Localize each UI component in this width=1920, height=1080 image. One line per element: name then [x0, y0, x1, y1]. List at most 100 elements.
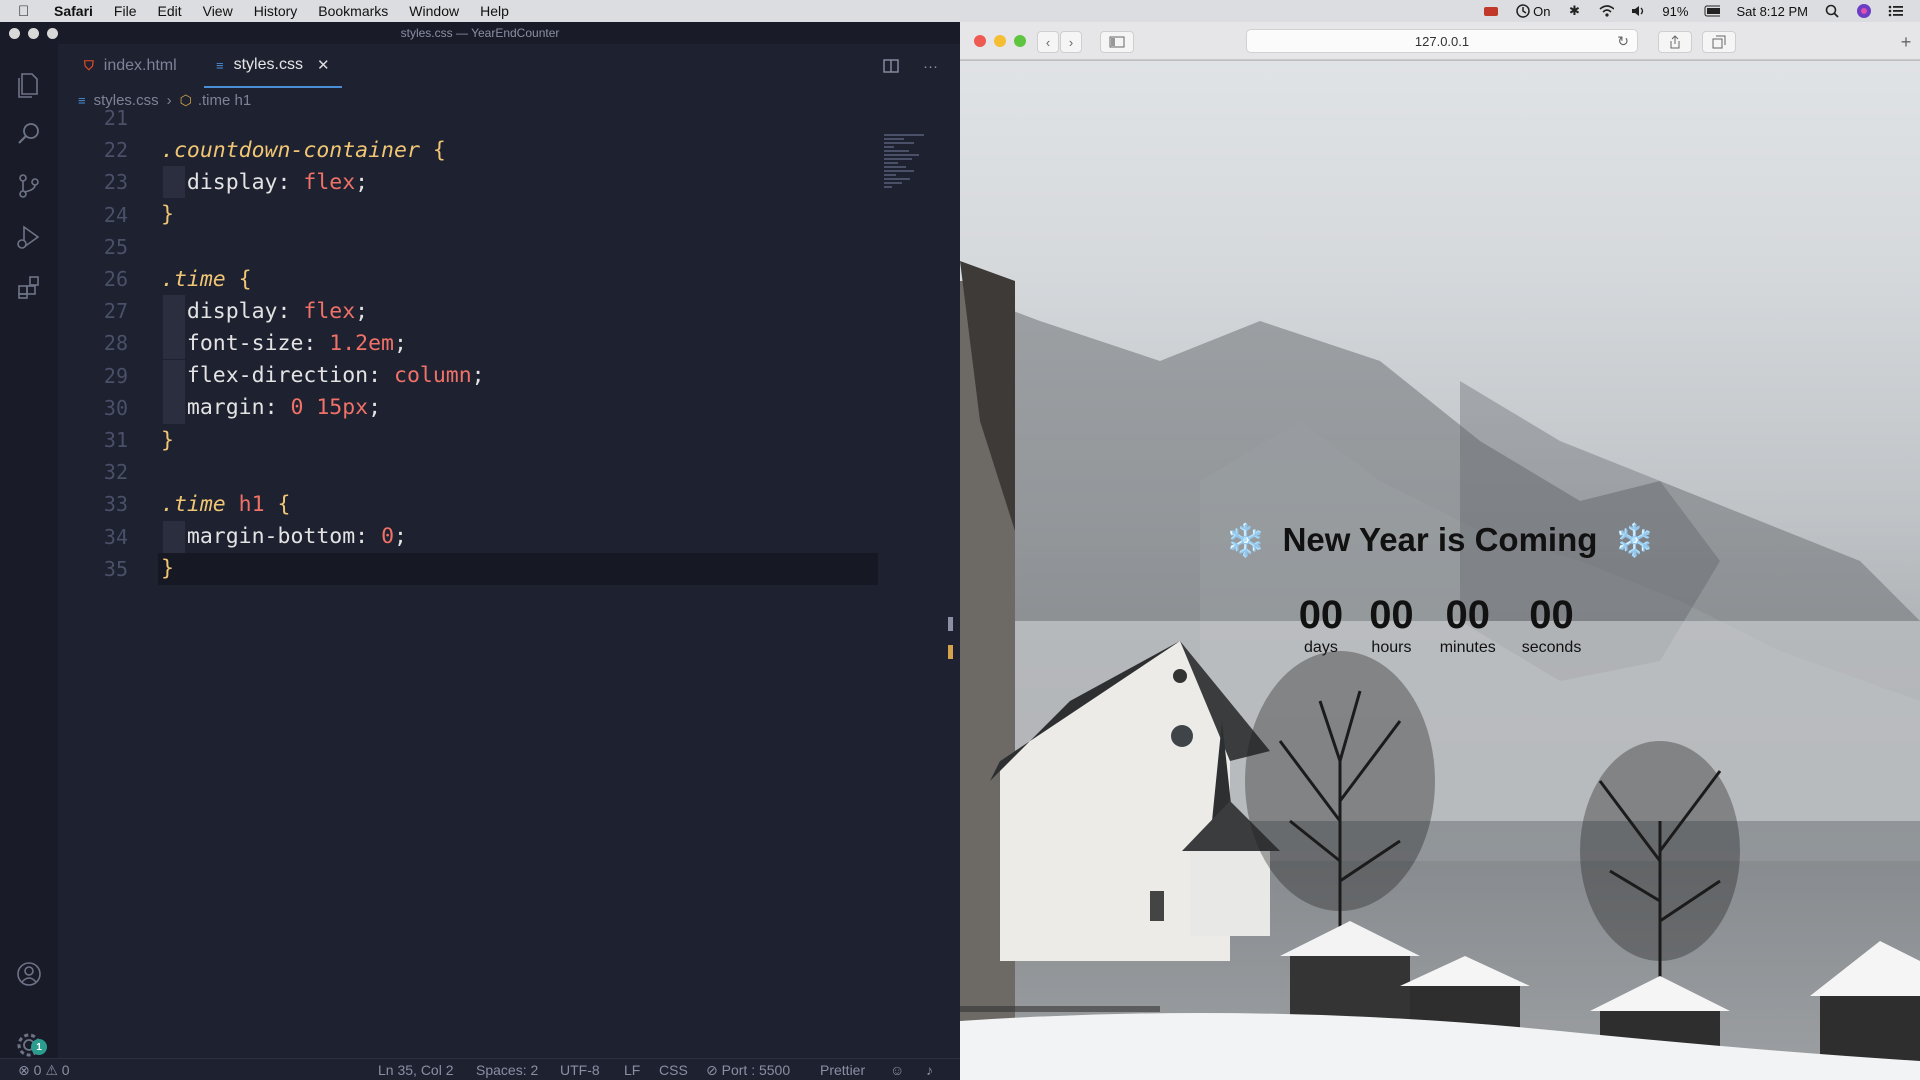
menu-window[interactable]: Window: [409, 3, 459, 19]
menu-app-name[interactable]: Safari: [54, 3, 93, 19]
time-machine-status[interactable]: On: [1515, 4, 1550, 19]
menu-file[interactable]: File: [114, 3, 137, 19]
code-line[interactable]: 22 .countdown-container {: [58, 134, 878, 166]
code-line[interactable]: 23 display: flex;: [58, 166, 878, 199]
line-number[interactable]: 24: [58, 203, 128, 227]
indentation[interactable]: Spaces: 2: [476, 1062, 538, 1078]
accounts-icon[interactable]: [13, 958, 45, 990]
screen-record-icon[interactable]: [1483, 4, 1499, 18]
line-number[interactable]: 26: [58, 267, 128, 291]
encoding[interactable]: UTF-8: [560, 1062, 600, 1078]
code-line[interactable]: 21: [58, 102, 878, 134]
menu-edit[interactable]: Edit: [157, 3, 181, 19]
minimize-window-button[interactable]: [994, 35, 1006, 47]
code-line[interactable]: 34 margin-bottom: 0;: [58, 520, 878, 553]
share-button[interactable]: [1658, 31, 1692, 53]
tabs-icon: [1712, 35, 1726, 49]
menu-history[interactable]: History: [254, 3, 298, 19]
bluetooth-icon[interactable]: ✱: [1566, 3, 1582, 18]
menu-bookmarks[interactable]: Bookmarks: [318, 3, 388, 19]
minimize-window-button[interactable]: [28, 28, 39, 39]
code-line[interactable]: 32: [58, 456, 878, 488]
code-line[interactable]: 29 flex-direction: column;: [58, 359, 878, 392]
explorer-icon[interactable]: [13, 68, 45, 100]
search-icon[interactable]: [13, 118, 45, 150]
line-number[interactable]: 32: [58, 460, 128, 484]
code-text: margin: 0 15px;: [161, 395, 381, 420]
notification-center-icon[interactable]: [1888, 4, 1904, 18]
line-number[interactable]: 25: [58, 235, 128, 259]
editor-scrollbar[interactable]: [948, 617, 953, 665]
time-days: 00 days: [1299, 591, 1344, 657]
menu-help[interactable]: Help: [480, 3, 509, 19]
cursor-position[interactable]: Ln 35, Col 2: [378, 1062, 454, 1078]
code-text: .time {: [161, 267, 252, 292]
line-number[interactable]: 21: [58, 106, 128, 130]
code-token: 0: [381, 524, 395, 550]
spotlight-search-icon[interactable]: [1824, 4, 1840, 18]
run-debug-icon[interactable]: [13, 221, 45, 253]
code-line[interactable]: 31}: [58, 424, 878, 456]
code-token: 1.2em: [329, 330, 395, 356]
tab-overview-button[interactable]: [1702, 31, 1736, 53]
battery-icon[interactable]: [1704, 4, 1721, 18]
extensions-icon[interactable]: [13, 272, 45, 304]
tab-index-html[interactable]: ⛉ index.html: [72, 44, 189, 88]
reload-icon[interactable]: ↻: [1617, 33, 1629, 50]
end-of-line[interactable]: LF: [624, 1062, 640, 1078]
line-number[interactable]: 27: [58, 299, 128, 323]
line-number[interactable]: 33: [58, 492, 128, 516]
line-number[interactable]: 28: [58, 331, 128, 355]
line-number[interactable]: 22: [58, 138, 128, 162]
feedback-icon[interactable]: ☺: [890, 1062, 904, 1078]
line-number[interactable]: 31: [58, 428, 128, 452]
back-button[interactable]: ‹: [1037, 31, 1059, 53]
line-number[interactable]: 34: [58, 525, 128, 549]
menu-view[interactable]: View: [203, 3, 233, 19]
code-editor[interactable]: 21 22 .countdown-container {23 display: fl…: [58, 106, 960, 1058]
wifi-icon[interactable]: [1598, 4, 1615, 18]
code-line[interactable]: 33 .time h1 {: [58, 488, 878, 520]
language-mode[interactable]: CSS: [659, 1062, 688, 1078]
clock[interactable]: Sat 8:12 PM: [1736, 4, 1808, 19]
zoom-window-button[interactable]: [47, 28, 58, 39]
forward-button[interactable]: ›: [1060, 31, 1082, 53]
tab-styles-css[interactable]: ≡ styles.css ✕: [204, 44, 342, 88]
line-number[interactable]: 30: [58, 396, 128, 420]
source-control-icon[interactable]: [13, 170, 45, 202]
close-tab-icon[interactable]: ✕: [317, 56, 330, 74]
volume-icon[interactable]: [1630, 4, 1646, 18]
code-token: flex: [303, 298, 356, 324]
live-server-status[interactable]: ⊘ Port : 5500: [706, 1062, 790, 1079]
apple-icon[interactable]: : [18, 3, 40, 20]
battery-percent[interactable]: 91%: [1662, 4, 1688, 19]
close-window-button[interactable]: [974, 35, 986, 47]
prettier-status[interactable]: Prettier: [820, 1062, 865, 1078]
code-line[interactable]: 27 display: flex;: [58, 295, 878, 328]
zoom-window-button[interactable]: [1014, 35, 1026, 47]
code-line[interactable]: 24}: [58, 199, 878, 231]
code-text: }: [161, 428, 174, 453]
split-editor-icon[interactable]: [883, 58, 899, 78]
snowflake-icon: ❄️: [1225, 522, 1266, 558]
notifications-bell-icon[interactable]: ♪: [926, 1062, 933, 1078]
line-number[interactable]: 23: [58, 170, 128, 194]
code-line[interactable]: 35}: [104, 552, 878, 585]
days-label: days: [1304, 639, 1338, 656]
code-line[interactable]: 28 font-size: 1.2em;: [58, 327, 878, 360]
code-text: .time h1 {: [161, 492, 290, 517]
code-line[interactable]: 30 margin: 0 15px;: [58, 391, 878, 424]
siri-icon[interactable]: [1856, 4, 1872, 18]
code-line[interactable]: 25: [58, 231, 878, 263]
line-number[interactable]: 29: [58, 364, 128, 388]
new-tab-button[interactable]: +: [1895, 31, 1917, 53]
code-line[interactable]: 26 .time {: [58, 263, 878, 295]
close-window-button[interactable]: [9, 28, 20, 39]
more-actions-icon[interactable]: ···: [923, 58, 938, 78]
line-number[interactable]: 35: [58, 557, 128, 581]
minimap[interactable]: [884, 134, 944, 206]
problems-indicator[interactable]: ⊗ 0 ⚠ 0: [18, 1062, 70, 1079]
address-bar[interactable]: 127.0.0.1 ↻: [1246, 29, 1638, 53]
sidebar-toggle-button[interactable]: [1100, 31, 1134, 53]
code-text: flex-direction: column;: [161, 363, 485, 388]
